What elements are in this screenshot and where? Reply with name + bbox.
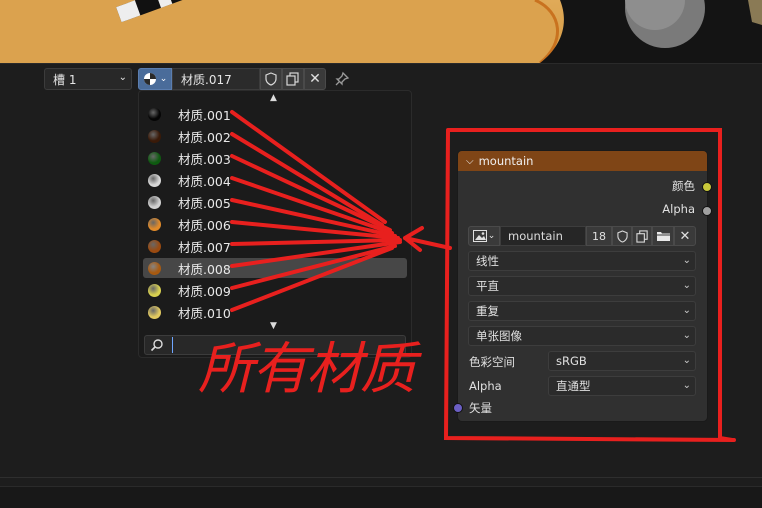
- annotation-text: 所有材质: [198, 337, 422, 402]
- annotation-line: [230, 244, 397, 290]
- annotation-line: [230, 238, 402, 246]
- annotation-box: [443, 128, 736, 442]
- annotation-line: [230, 132, 384, 227]
- red-annotation-overlay: 所有材质: [198, 110, 736, 442]
- annotation-arrow: [403, 226, 452, 252]
- annotation-line: [230, 246, 394, 312]
